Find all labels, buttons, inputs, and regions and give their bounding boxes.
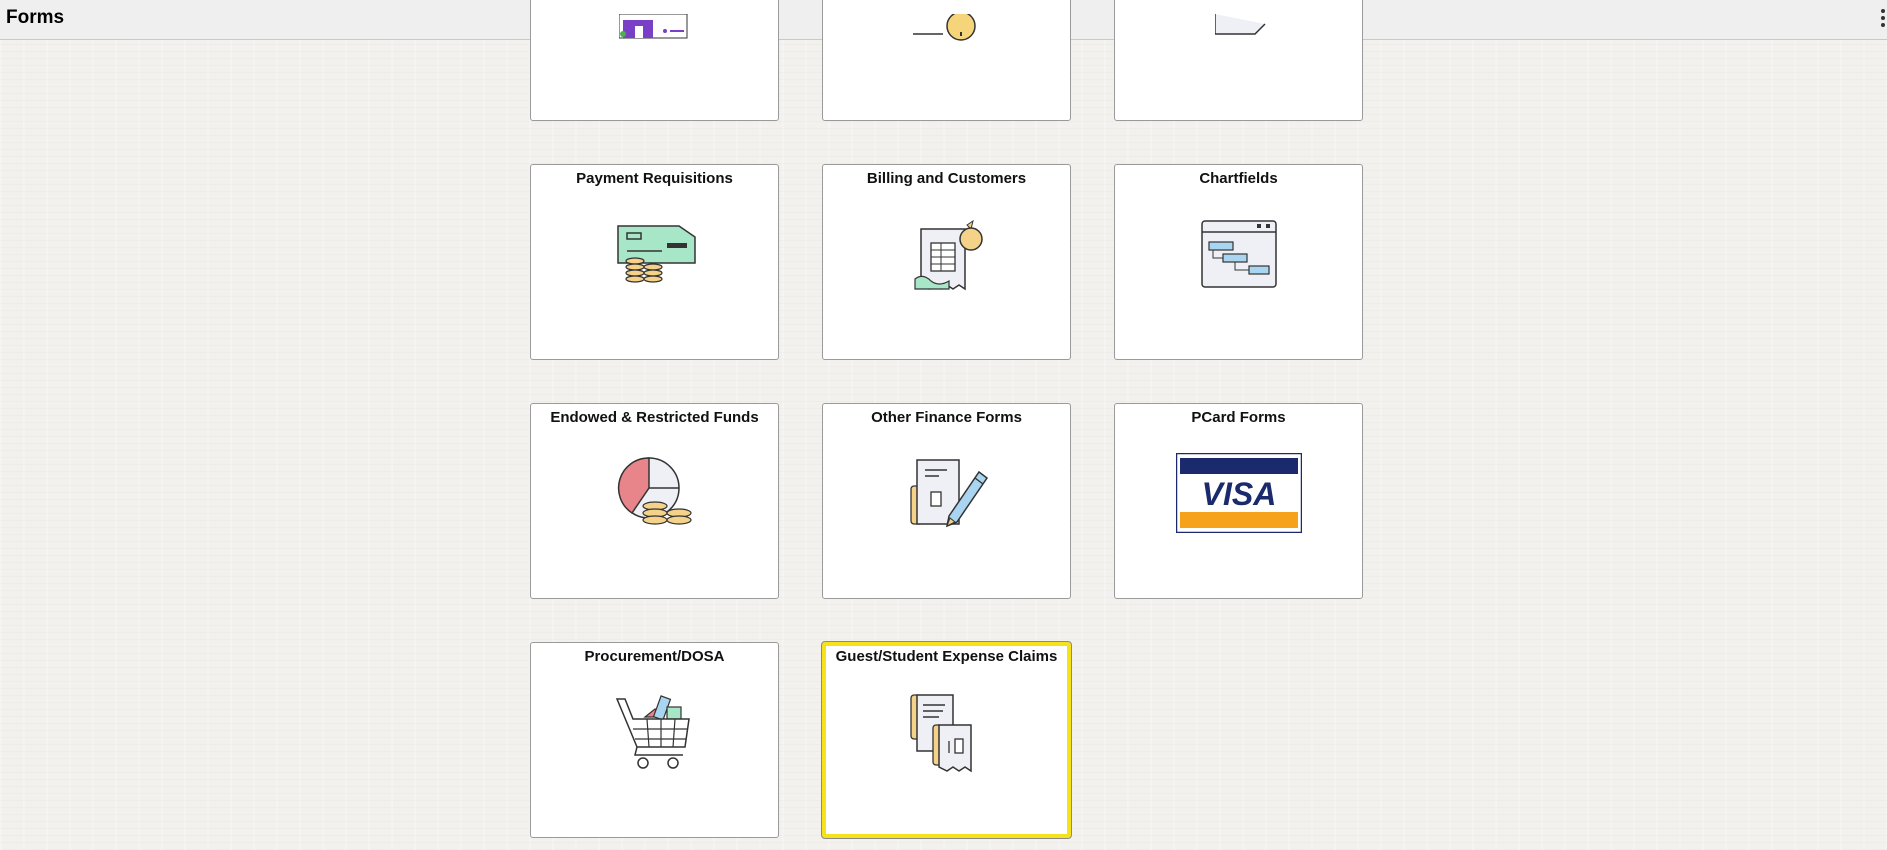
tile-guest-student-expense-claims[interactable]: Guest/Student Expense Claims: [821, 641, 1072, 839]
page-title: Forms: [6, 7, 65, 28]
tile-label: Chartfields: [1199, 170, 1278, 187]
svg-text:VISA: VISA: [1202, 476, 1277, 512]
partial-document-icon: [1215, 14, 1266, 35]
pie-chart-coins-icon: [617, 457, 692, 525]
more-options-icon[interactable]: [1881, 9, 1887, 27]
tile-label: PCard Forms: [1191, 409, 1286, 426]
tile-partial-3[interactable]: [1114, 0, 1363, 121]
receipts-icon: [910, 694, 972, 773]
invoice-money-bag-icon: [914, 219, 983, 291]
visa-card-icon: VISA: [1176, 453, 1302, 533]
tile-partial-2[interactable]: [822, 0, 1071, 121]
tile-chartfields[interactable]: Chartfields: [1114, 164, 1363, 360]
partial-purple-form-icon: [619, 14, 688, 39]
tile-payment-requisitions[interactable]: Payment Requisitions: [530, 164, 779, 360]
tile-label: Guest/Student Expense Claims: [835, 648, 1058, 665]
tile-other-finance-forms[interactable]: Other Finance Forms: [822, 403, 1071, 599]
shopping-cart-icon: [615, 695, 690, 769]
tile-pcard-forms[interactable]: PCard Forms VISA: [1114, 403, 1363, 599]
gantt-window-icon: [1201, 220, 1277, 288]
tile-label: Billing and Customers: [866, 170, 1027, 187]
document-pencil-icon: [910, 459, 989, 528]
tile-endowed-restricted-funds[interactable]: Endowed & Restricted Funds: [530, 403, 779, 599]
partial-coin-icon: [913, 14, 976, 41]
tile-label: Payment Requisitions: [576, 170, 733, 187]
tile-partial-1[interactable]: [530, 0, 779, 121]
check-and-coins-icon: [617, 225, 696, 283]
tile-label: Procurement/DOSA: [584, 648, 725, 665]
tile-label: Endowed & Restricted Funds: [550, 409, 759, 426]
tile-billing-and-customers[interactable]: Billing and Customers: [822, 164, 1071, 360]
tile-procurement-dosa[interactable]: Procurement/DOSA: [530, 642, 779, 838]
tile-label: Other Finance Forms: [871, 409, 1022, 426]
